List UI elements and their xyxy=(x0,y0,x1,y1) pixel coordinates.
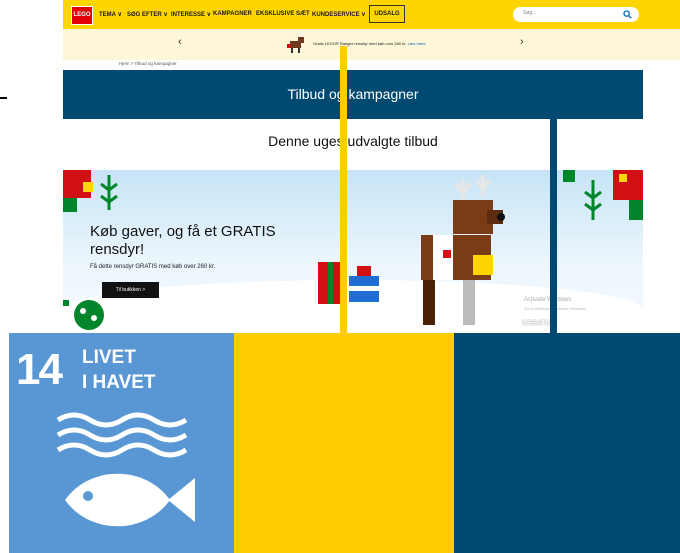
promo-prev-arrow[interactable]: ‹ xyxy=(178,36,182,48)
nav-item-soeg-efter[interactable]: SØG EFTER ∨ xyxy=(127,11,168,18)
breadcrumb[interactable]: Hjem > Tilbud og kampagner xyxy=(119,61,177,66)
sdg-title-line2: I HAVET xyxy=(82,372,156,393)
promo-text: Gratis LEGO® Ranger-rensdyr med køb over… xyxy=(313,41,426,46)
promo-read-more-link[interactable]: Læs mere xyxy=(408,41,426,46)
sale-button[interactable]: UDSALG xyxy=(369,5,405,23)
gift-boxes-icon xyxy=(318,262,379,304)
to-shop-button[interactable]: Til butikken > xyxy=(102,282,159,298)
nav-item-tema[interactable]: TEMA ∨ xyxy=(99,11,122,18)
yellow-connector-line xyxy=(340,46,347,353)
nav-item-eksklusive-saet[interactable]: EKSKLUSIVE SÆT xyxy=(256,11,310,17)
promo-strip: ‹ Gratis LEGO® Ranger-rensdyr med køb ov… xyxy=(63,29,680,60)
page-title: Tilbud og kampagner xyxy=(63,70,643,119)
banner-title: Køb gaver, og få et GRATIS rensdyr! xyxy=(90,223,276,258)
promo-next-arrow[interactable]: › xyxy=(520,36,524,48)
nav-item-kundeservice[interactable]: KUNDESERVICE ∨ xyxy=(312,11,366,18)
nav-item-interesse[interactable]: INTERESSE ∨ xyxy=(171,11,211,18)
top-navbar: LEGO TEMA ∨ SØG EFTER ∨ INTERESSE ∨ KAMP… xyxy=(63,0,680,29)
yellow-block xyxy=(234,333,454,553)
search-box[interactable]: Søg... xyxy=(513,7,639,22)
holly-decoration-left-icon xyxy=(63,170,118,212)
navy-block xyxy=(454,333,680,553)
banner-subtitle: Få dette rensdyr GRATIS med køb over 260… xyxy=(90,264,216,270)
holly-decoration-right-icon xyxy=(563,170,643,220)
waves-fish-icon xyxy=(56,412,195,527)
nav-item-kampagner[interactable]: KAMPAGNER xyxy=(213,11,252,17)
black-dash xyxy=(0,97,7,99)
reindeer-thumbnail-icon xyxy=(287,33,304,53)
lego-logo[interactable]: LEGO xyxy=(71,6,93,25)
sdg-number: 14 xyxy=(16,345,63,394)
website-screenshot: LEGO TEMA ∨ SØG EFTER ∨ INTERESSE ∨ KAMP… xyxy=(63,0,680,330)
search-input[interactable]: Søg... xyxy=(523,10,536,16)
sdg-title-line1: LIVET xyxy=(82,347,136,368)
navy-connector-line xyxy=(550,118,557,365)
search-icon[interactable] xyxy=(623,10,632,19)
activate-windows-text: Activate Windows xyxy=(524,297,572,303)
reindeer-model-icon xyxy=(421,175,505,325)
